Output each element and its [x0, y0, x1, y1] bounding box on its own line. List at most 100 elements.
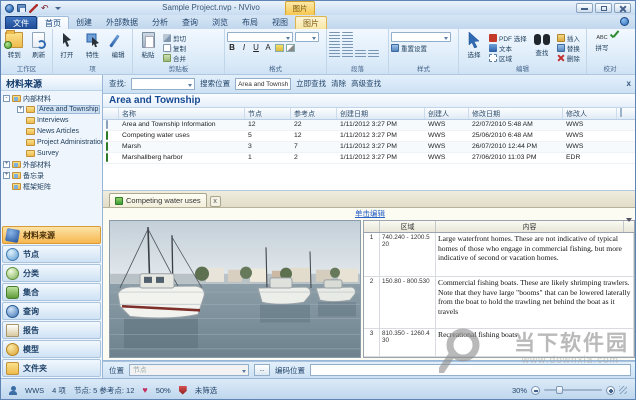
- highlight-icon[interactable]: [275, 44, 284, 52]
- tree-item-news-articles[interactable]: News Articles: [17, 126, 102, 137]
- brush-icon[interactable]: [29, 4, 38, 13]
- style-combo[interactable]: [391, 32, 451, 42]
- align-justify-icon[interactable]: [368, 50, 379, 58]
- browse-button[interactable]: ...: [254, 364, 270, 376]
- harbor-photo[interactable]: [109, 220, 361, 358]
- nav-nodes[interactable]: 节点: [2, 245, 101, 263]
- location-combo[interactable]: 节点: [129, 364, 249, 376]
- font-color-button[interactable]: A: [263, 43, 273, 52]
- tab-query[interactable]: 查询: [175, 16, 205, 29]
- tree-item-survey[interactable]: Survey: [17, 148, 102, 159]
- tab-analyze[interactable]: 分析: [145, 16, 175, 29]
- align-center-icon[interactable]: [342, 50, 353, 58]
- properties-button[interactable]: 特性: [81, 31, 105, 63]
- clear-button[interactable]: 清除: [331, 78, 346, 89]
- table-row[interactable]: Area and Township Information1222 1/11/2…: [103, 120, 636, 131]
- log-row[interactable]: 1 740.240 - 1200.520 Large waterfront ho…: [364, 233, 634, 277]
- strike-icon[interactable]: [286, 44, 295, 52]
- header-modified-on[interactable]: 修改日期: [469, 108, 563, 119]
- table-row[interactable]: Marshallberg harbor12 1/11/2012 3:27 PMW…: [103, 153, 636, 164]
- font-size-combo[interactable]: [295, 32, 319, 42]
- log-header-region[interactable]: 区域: [380, 221, 436, 232]
- zoom-out-icon[interactable]: [531, 386, 540, 395]
- zoom-in-icon[interactable]: [606, 386, 615, 395]
- tab-view[interactable]: 视图: [265, 16, 295, 29]
- align-right-icon[interactable]: [355, 50, 366, 58]
- nav-folders[interactable]: 文件夹: [2, 359, 101, 377]
- expand-icon[interactable]: +: [3, 161, 10, 168]
- search-scope-combo[interactable]: Area and Townsh: [235, 78, 291, 90]
- bullet-list-icon[interactable]: [329, 32, 340, 40]
- delete-button[interactable]: 删除: [557, 53, 580, 62]
- filter-icon[interactable]: [626, 218, 632, 229]
- tree-item-externals[interactable]: +外部材料: [3, 159, 102, 170]
- header-modified-by[interactable]: 修改人: [563, 108, 617, 119]
- app-icon[interactable]: [5, 4, 14, 13]
- text-select-button[interactable]: 文本: [489, 43, 527, 52]
- find-bar-close-icon[interactable]: x: [627, 79, 631, 88]
- save-icon[interactable]: [17, 4, 26, 12]
- tab-home[interactable]: 首页: [37, 16, 69, 29]
- tab-external-data[interactable]: 外部数据: [99, 16, 145, 29]
- maximize-button[interactable]: [595, 3, 612, 13]
- paste-button[interactable]: 粘贴: [135, 31, 161, 63]
- open-button[interactable]: 打开: [55, 31, 79, 63]
- tree-item-internals[interactable]: -内部材料: [3, 93, 102, 104]
- bold-button[interactable]: B: [227, 43, 237, 52]
- log-row[interactable]: 3 810.350 - 1260.430 Recreational fishin…: [364, 329, 634, 357]
- log-header-content[interactable]: 内容: [436, 221, 624, 232]
- search-in-label[interactable]: 搜索位置: [200, 78, 230, 89]
- tree-item-memos[interactable]: +备忘录: [3, 170, 102, 181]
- minimize-button[interactable]: [576, 3, 593, 13]
- advanced-find-button[interactable]: 高级查找: [351, 78, 381, 89]
- nav-models[interactable]: 模型: [2, 340, 101, 358]
- find-button[interactable]: 查找: [529, 31, 555, 63]
- tab-file[interactable]: 文件: [5, 16, 37, 29]
- tab-layout[interactable]: 布局: [235, 16, 265, 29]
- select-button[interactable]: 选择: [461, 31, 487, 63]
- click-to-edit-link[interactable]: 单击编辑: [355, 209, 385, 218]
- copy-button[interactable]: 复制: [163, 43, 186, 52]
- cut-button[interactable]: 剪切: [163, 33, 186, 42]
- close-button[interactable]: [614, 3, 631, 13]
- zoom-slider-thumb[interactable]: [556, 386, 563, 394]
- tree-item-interviews[interactable]: Interviews: [17, 115, 102, 126]
- replace-button[interactable]: 替换: [557, 43, 580, 52]
- header-nodes[interactable]: 节点: [245, 108, 291, 119]
- edit-button[interactable]: 编辑: [106, 31, 130, 63]
- qat-dropdown-icon[interactable]: [55, 7, 61, 10]
- tree-item-project-administration[interactable]: Project Administration: [17, 137, 102, 148]
- number-list-icon[interactable]: [342, 32, 353, 40]
- expand-icon[interactable]: +: [3, 172, 10, 179]
- expand-icon[interactable]: +: [17, 106, 24, 113]
- nav-queries[interactable]: 查询: [2, 302, 101, 320]
- resize-grip[interactable]: [619, 386, 627, 394]
- header-icon-col[interactable]: [103, 108, 119, 119]
- region-select-button[interactable]: 区域: [489, 53, 527, 62]
- nav-sources[interactable]: 材料来源: [2, 226, 101, 244]
- help-icon[interactable]: [620, 17, 629, 26]
- grid-corner-icon[interactable]: [620, 108, 622, 117]
- collapse-icon[interactable]: -: [3, 95, 10, 102]
- find-now-button[interactable]: 立即查找: [296, 78, 326, 89]
- go-to-button[interactable]: 转到: [3, 31, 26, 63]
- reset-settings-button[interactable]: 重置设置: [391, 43, 456, 52]
- italic-button[interactable]: I: [239, 43, 249, 52]
- zoom-slider[interactable]: [544, 389, 602, 391]
- insert-button[interactable]: 插入: [557, 33, 580, 42]
- tab-picture[interactable]: 图片: [295, 16, 327, 29]
- tab-create[interactable]: 创建: [69, 16, 99, 29]
- table-row[interactable]: Competing water uses512 1/11/2012 3:27 P…: [103, 131, 636, 142]
- align-left-icon[interactable]: [329, 50, 340, 58]
- table-row[interactable]: Marsh37 1/11/2012 3:27 PMWWS 26/07/2010 …: [103, 142, 636, 153]
- nav-reports[interactable]: 报告: [2, 321, 101, 339]
- tab-explore[interactable]: 浏览: [205, 16, 235, 29]
- indent-decrease-icon[interactable]: [329, 41, 340, 49]
- nav-collections[interactable]: 集合: [2, 283, 101, 301]
- font-family-combo[interactable]: [227, 32, 293, 42]
- code-at-input[interactable]: [310, 364, 631, 376]
- refresh-button[interactable]: 刷新: [28, 31, 51, 63]
- detail-tab-competing-water-uses[interactable]: Competing water uses: [109, 193, 207, 207]
- underline-button[interactable]: U: [251, 43, 261, 52]
- detail-tab-close-icon[interactable]: x: [210, 196, 221, 207]
